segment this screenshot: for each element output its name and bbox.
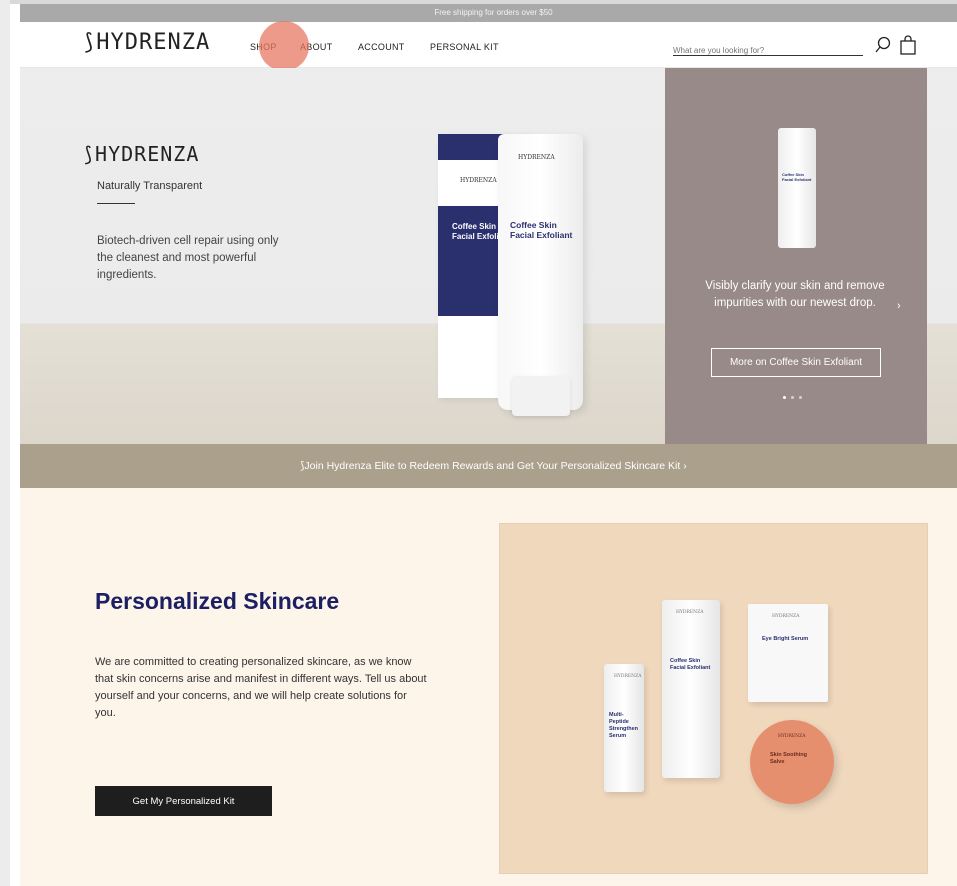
- carousel-dots: [783, 396, 802, 399]
- box-title-line1: Coffee Skin: [452, 222, 497, 231]
- carousel-product-label: Coffee Skin Facial Exfoliant: [782, 172, 811, 182]
- divider: [97, 203, 135, 204]
- molecule-icon: ⟆: [82, 142, 96, 166]
- section-title: Personalized Skincare: [95, 588, 340, 614]
- nav-account[interactable]: ACCOUNT: [358, 42, 405, 52]
- search-input[interactable]: [673, 46, 863, 55]
- carousel-dot[interactable]: [783, 396, 786, 399]
- sachet-label: Eye Bright Serum: [762, 636, 809, 642]
- carousel-cta-button[interactable]: More on Coffee Skin Exfoliant: [711, 348, 881, 377]
- section-description: We are committed to creating personalize…: [95, 656, 427, 719]
- elite-text: Join Hydrenza Elite to Redeem Rewards an…: [304, 460, 687, 472]
- eye-serum-sachet: HYDRENZA Eye Bright Serum: [748, 604, 828, 702]
- exfoliant-label: Coffee Skin Facial Exfoliant: [670, 658, 711, 671]
- jar-label: Skin Soothing Salve: [770, 752, 807, 765]
- site-header: ⟆HYDRENZA SHOP ABOUT ACCOUNT PERSONAL KI…: [20, 22, 957, 68]
- serum-label: Multi-Peptide Strengthen Serum: [609, 712, 639, 739]
- elite-banner[interactable]: ⟆Join Hydrenza Elite to Redeem Rewards a…: [20, 444, 957, 488]
- molecule-icon: ⟆: [82, 30, 97, 55]
- carousel-dot[interactable]: [799, 396, 802, 399]
- search-bar: [673, 40, 863, 56]
- personalized-section: Personalized Skincare We are committed t…: [20, 488, 957, 886]
- promo-text: Free shipping for orders over $50: [434, 8, 553, 17]
- chevron-right-icon[interactable]: ›: [897, 300, 901, 312]
- box-brand: HYDRENZA: [460, 177, 497, 184]
- hero-logo: ⟆HYDRENZA: [82, 142, 199, 166]
- tube-title-line2: Facial Exfoliant: [510, 230, 573, 240]
- carousel-product-name-2: Facial Exfoliant: [782, 177, 812, 182]
- hero-logo-text: HYDRENZA: [95, 142, 200, 166]
- sachet-brand: HYDRENZA: [772, 614, 800, 619]
- site-logo[interactable]: ⟆HYDRENZA: [82, 30, 210, 55]
- tube-brand: HYDRENZA: [518, 154, 555, 161]
- exfoliant-tube: HYDRENZA Coffee Skin Facial Exfoliant: [662, 600, 720, 778]
- cursor-highlight: [259, 21, 309, 71]
- salve-jar: HYDRENZA Skin Soothing Salve: [750, 720, 834, 804]
- tube-title: Coffee Skin Facial Exfoliant: [510, 220, 572, 240]
- hero-carousel: Coffee Skin Facial Exfoliant Visibly clar…: [665, 68, 927, 444]
- get-kit-button[interactable]: Get My Personalized Kit: [95, 786, 272, 816]
- hero-tagline: Naturally Transparent: [97, 180, 203, 192]
- serum-tube: HYDRENZA Multi-Peptide Strengthen Serum: [604, 664, 644, 792]
- jar-brand: HYDRENZA: [778, 734, 806, 739]
- hero-section: ⟆HYDRENZA Naturally Transparent Biotech-…: [20, 68, 957, 444]
- serum-brand: HYDRENZA: [614, 674, 642, 679]
- tube-title-line1: Coffee Skin: [510, 220, 557, 230]
- tube-cap: [512, 376, 570, 416]
- product-tube-image: HYDRENZA Coffee Skin Facial Exfoliant: [498, 134, 583, 416]
- promo-bar: Free shipping for orders over $50 ×: [20, 4, 957, 22]
- carousel-text: Visibly clarify your skin and remove imp…: [705, 280, 885, 309]
- browser-frame: Free shipping for orders over $50 × ⟆HYD…: [0, 0, 957, 886]
- hero-description: Biotech-driven cell repair using only th…: [97, 235, 279, 281]
- search-icon[interactable]: [874, 36, 892, 54]
- product-flatlay-image: HYDRENZA Multi-Peptide Strengthen Serum …: [499, 523, 928, 874]
- carousel-dot[interactable]: [791, 396, 794, 399]
- logo-text: HYDRENZA: [96, 30, 211, 55]
- shopping-bag-icon[interactable]: [899, 35, 917, 55]
- exfoliant-brand: HYDRENZA: [676, 610, 704, 615]
- nav-personal-kit[interactable]: PERSONAL KIT: [430, 42, 499, 52]
- carousel-product-image: Coffee Skin Facial Exfoliant: [778, 128, 816, 248]
